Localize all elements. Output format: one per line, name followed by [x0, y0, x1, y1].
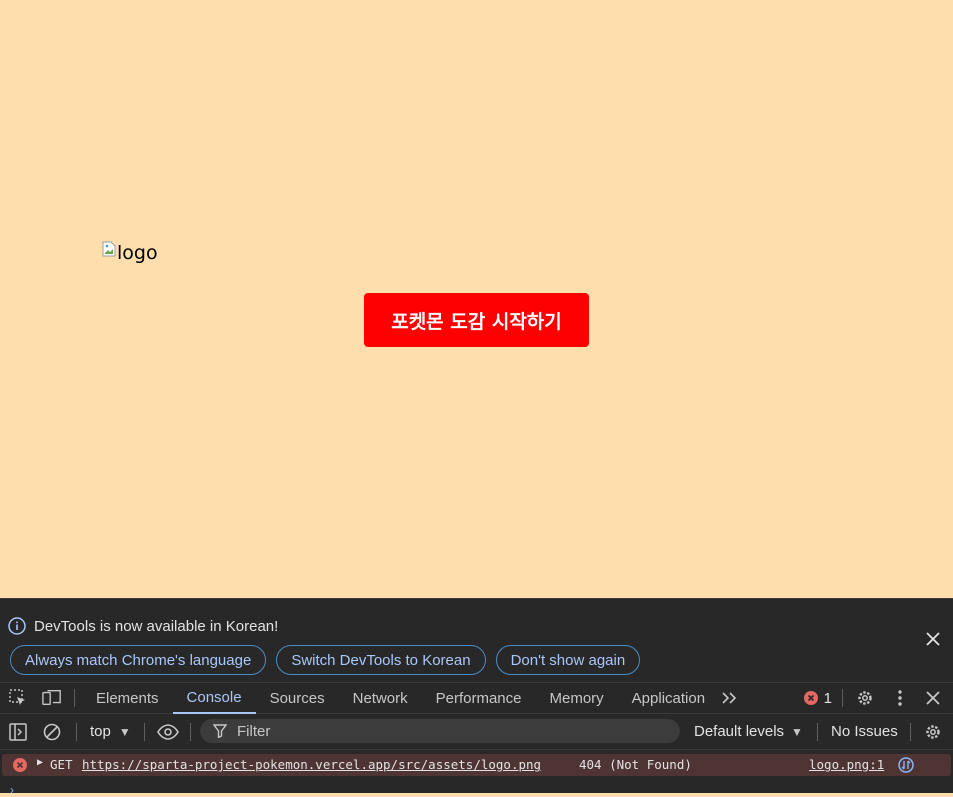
tab-sources[interactable]: Sources — [256, 683, 339, 714]
response-status: 404 (Not Found) — [579, 757, 692, 772]
match-language-button[interactable]: Always match Chrome's language — [10, 645, 267, 675]
console-error-message: ▶ GET https://sparta-project-pokemon.ver… — [2, 754, 951, 776]
sidebar-toggle-icon[interactable] — [8, 722, 28, 742]
filter-input[interactable] — [235, 721, 659, 741]
tab-memory[interactable]: Memory — [536, 683, 618, 714]
device-toolbar-icon[interactable] — [42, 688, 62, 708]
context-selector[interactable]: top ▼ — [90, 723, 131, 740]
page-viewport: logo 포켓몬 도감 시작하기 — [0, 0, 953, 598]
more-options-icon[interactable] — [890, 688, 910, 708]
source-link[interactable]: logo.png:1 — [809, 757, 884, 772]
clear-console-icon[interactable] — [42, 722, 62, 742]
log-levels-dropdown[interactable]: Default levels ▼ — [694, 723, 803, 740]
network-panel-icon[interactable] — [898, 757, 914, 773]
divider — [144, 723, 145, 741]
console-settings-gear-icon[interactable] — [923, 722, 943, 742]
divider — [74, 689, 75, 707]
info-icon — [8, 617, 26, 635]
divider — [190, 723, 191, 741]
infobar-message-row: DevTools is now available in Korean! — [8, 617, 278, 635]
live-expression-eye-icon[interactable] — [156, 722, 180, 742]
divider — [910, 723, 911, 741]
divider — [817, 723, 818, 741]
issues-button[interactable]: No Issues — [831, 723, 898, 740]
error-counter[interactable]: 1 — [803, 689, 832, 707]
tabbar-right: 1 — [803, 688, 953, 708]
language-infobar: DevTools is now available in Korean! Alw… — [0, 598, 953, 683]
filter-icon — [213, 724, 227, 738]
broken-image-icon — [102, 241, 116, 257]
dropdown-arrow-icon: ▼ — [118, 724, 131, 739]
start-pokedex-button[interactable]: 포켓몬 도감 시작하기 — [364, 293, 589, 347]
infobar-actions: Always match Chrome's language Switch De… — [10, 645, 641, 675]
dropdown-arrow-icon: ▼ — [791, 724, 803, 739]
inspect-element-icon[interactable] — [8, 688, 28, 708]
tab-network[interactable]: Network — [339, 683, 422, 714]
switch-korean-button[interactable]: Switch DevTools to Korean — [276, 645, 486, 675]
divider — [842, 689, 843, 707]
log-levels-value: Default levels — [694, 723, 785, 740]
request-url-link[interactable]: https://sparta-project-pokemon.vercel.ap… — [82, 757, 541, 772]
logo-alt-text: logo — [117, 242, 158, 264]
logo-image: logo — [102, 240, 158, 266]
infobar-message: DevTools is now available in Korean! — [34, 617, 279, 635]
request-method: GET — [50, 757, 73, 772]
context-selector-value: top — [90, 723, 111, 740]
tab-performance[interactable]: Performance — [422, 683, 536, 714]
divider — [76, 723, 77, 741]
tab-console[interactable]: Console — [172, 683, 256, 714]
settings-gear-icon[interactable] — [855, 688, 875, 708]
tab-elements[interactable]: Elements — [82, 683, 173, 714]
devtools-tabbar: Elements Console Sources Network Perform… — [0, 682, 953, 714]
console-prompt-icon[interactable]: › — [10, 783, 14, 797]
dont-show-again-button[interactable]: Don't show again — [495, 645, 641, 675]
close-icon[interactable] — [925, 631, 941, 647]
expand-triangle-icon[interactable]: ▶ — [37, 757, 43, 768]
devtools-panel: DevTools is now available in Korean! Alw… — [0, 598, 953, 797]
close-devtools-icon[interactable] — [923, 688, 943, 708]
error-icon — [13, 758, 27, 772]
console-filter[interactable] — [200, 719, 680, 743]
more-tabs-icon[interactable] — [719, 688, 739, 708]
console-toolbar: top ▼ Default levels ▼ No Issues — [0, 714, 953, 750]
tab-application[interactable]: Application — [618, 683, 719, 714]
error-icon — [803, 691, 818, 705]
error-count: 1 — [823, 689, 832, 707]
